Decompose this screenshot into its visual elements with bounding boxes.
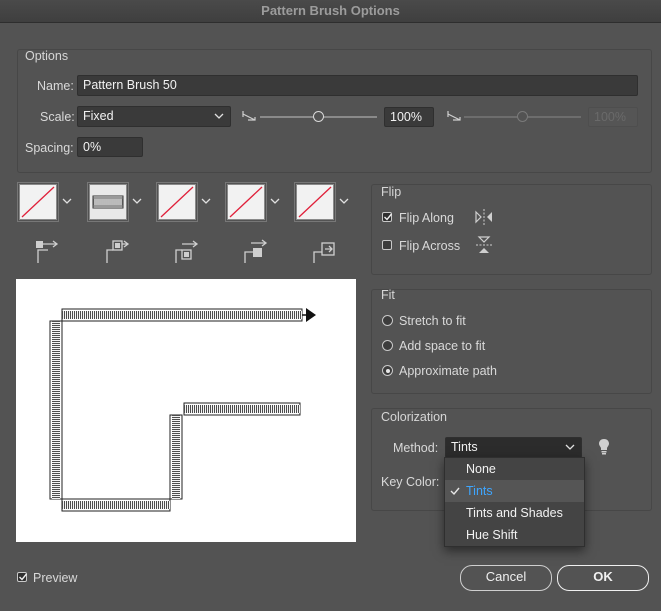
stretch-to-fit-label: Stretch to fit [399,314,466,328]
ok-button[interactable]: OK [557,565,649,591]
flip-group-label: Flip [381,185,402,199]
preview-label: Preview [33,571,78,585]
method-dropdown-value: Tints [451,440,478,454]
approximate-path-label: Approximate path [399,364,497,378]
chevron-down-icon [565,440,575,457]
stretch-to-fit-radio[interactable] [382,315,393,326]
method-label: Method: [393,441,439,455]
flip-along-icon [474,208,494,229]
chevron-down-icon [214,109,224,126]
scale-variation-icon [447,110,461,125]
outer-corner-tile-icon [103,238,131,267]
preview-checkbox[interactable] [17,572,28,582]
side-tile-icon [34,238,62,267]
tips-lightbulb-icon[interactable] [598,438,610,458]
name-input[interactable]: Pattern Brush 50 [77,75,638,96]
spacing-input[interactable]: 0% [77,137,143,157]
scale-dropdown[interactable]: Fixed [77,106,231,127]
colorization-group-label: Colorization [381,410,448,424]
end-tile-icon [310,238,338,267]
scale-dropdown-value: Fixed [83,109,114,123]
scale-variation-slider-knob [517,111,528,122]
flip-across-icon [475,235,493,258]
method-dropdown[interactable]: Tints [445,437,582,458]
menu-item-tints[interactable]: Tints [445,480,584,502]
inner-corner-tile-icon [172,238,200,267]
scale-percent-input[interactable]: 100% [384,107,434,127]
tile-outer-corner-dropdown-icon[interactable] [131,182,145,222]
flip-across-checkbox[interactable] [382,240,392,250]
start-tile-icon [241,238,269,267]
name-label: Name: [37,79,74,93]
fit-group-label: Fit [381,288,395,302]
scale-label: Scale: [40,110,75,124]
add-space-to-fit-label: Add space to fit [399,339,486,353]
spacing-label: Spacing: [25,141,74,155]
tile-end-dropdown-icon[interactable] [338,182,352,222]
flip-along-checkbox[interactable] [382,212,393,222]
scale-slider-knob[interactable] [313,111,324,122]
cancel-button[interactable]: Cancel [460,565,552,591]
window-title: Pattern Brush Options [0,0,661,23]
add-space-to-fit-radio[interactable] [382,340,393,351]
key-color-label: Key Color: [381,475,440,489]
menu-item-hue-shift[interactable]: Hue Shift [445,524,584,546]
flip-group [371,184,652,275]
scale-variation-input: 100% [588,107,638,127]
flip-across-label: Flip Across [399,239,461,253]
menu-item-none[interactable]: None [445,458,584,480]
tile-start-dropdown-icon[interactable] [269,182,283,222]
scale-min-icon [242,110,256,125]
tile-inner-corner-dropdown-icon[interactable] [200,182,214,222]
menu-item-tints-and-shades[interactable]: Tints and Shades [445,502,584,524]
menu-item-tints-label: Tints [466,484,493,498]
tile-side-dropdown-icon[interactable] [61,182,75,222]
options-group-label: Options [25,49,69,63]
approximate-path-radio[interactable] [382,365,393,376]
method-dropdown-menu: None Tints Tints and Shades Hue Shift [444,457,585,547]
brush-preview-canvas [16,279,356,542]
flip-along-label: Flip Along [399,211,454,225]
